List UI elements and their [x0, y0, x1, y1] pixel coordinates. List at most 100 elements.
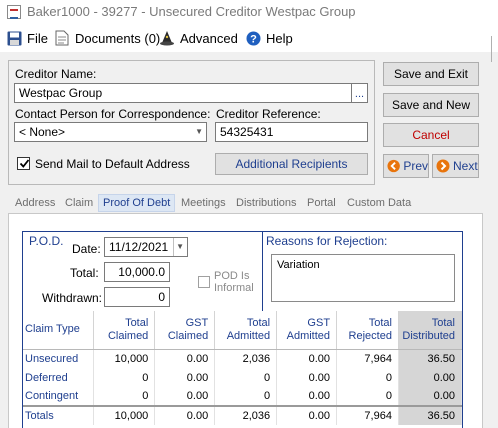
cell-totals-gst-claimed: 0.00 — [154, 405, 216, 425]
cell-total-distributed: 0.00 — [398, 387, 463, 406]
claims-grid: Claim Type Total Claimed GST Claimed Tot… — [23, 311, 463, 425]
cell-total-claimed: 0 — [93, 387, 156, 406]
send-mail-label: Send Mail to Default Address — [35, 157, 190, 171]
cell-totals-gst-admitted: 0.00 — [276, 405, 338, 425]
tab-custom-data[interactable]: Custom Data — [347, 197, 411, 209]
pod-withdrawn-label: Withdrawn: — [42, 291, 103, 305]
menu-documents[interactable]: Documents (0) — [54, 28, 160, 48]
cell-total-distributed: 36.50 — [398, 349, 463, 368]
grid-header-row: Claim Type Total Claimed GST Claimed Tot… — [23, 311, 463, 350]
menu-advanced-label: Advanced — [180, 30, 238, 46]
arrow-right-icon — [436, 159, 450, 173]
save-disk-icon — [6, 30, 22, 46]
pod-date-label: Date: — [72, 242, 101, 256]
menu-file[interactable]: File — [6, 28, 48, 48]
contact-person-label: Contact Person for Correspondence: — [15, 107, 211, 121]
cell-claim-type: Contingent — [23, 387, 95, 406]
creditor-name-label: Creditor Name: — [15, 67, 97, 81]
reasons-rejection-field[interactable]: Variation — [271, 254, 455, 302]
cell-total-distributed: 0.00 — [398, 368, 463, 387]
document-icon — [54, 30, 70, 46]
pod-date-field[interactable]: 11/12/2021 ▼ — [104, 237, 188, 257]
cell-gst-claimed: 0.00 — [154, 368, 216, 387]
menu-advanced[interactable]: Advanced — [159, 28, 238, 48]
menu-help[interactable]: ? Help — [245, 28, 293, 48]
cell-total-rejected: 7,964 — [336, 349, 399, 368]
svg-text:?: ? — [250, 33, 257, 45]
app-icon — [7, 5, 21, 19]
prev-label: Prev — [403, 159, 428, 173]
save-and-new-button[interactable]: Save and New — [383, 93, 479, 117]
calendar-dropdown-icon[interactable]: ▼ — [176, 242, 184, 251]
cell-total-claimed: 10,000 — [93, 349, 156, 368]
window-title: Baker1000 - 39277 - Unsecured Creditor W… — [27, 4, 356, 19]
cell-gst-admitted: 0.00 — [276, 387, 338, 406]
cell-gst-claimed: 0.00 — [154, 349, 216, 368]
send-mail-checkbox[interactable] — [17, 157, 30, 170]
tab-meetings[interactable]: Meetings — [181, 197, 226, 209]
chevron-down-icon: ▼ — [195, 127, 203, 136]
cell-total-claimed: 0 — [93, 368, 156, 387]
creditor-name-field[interactable]: Westpac Group — [14, 83, 352, 103]
table-row[interactable]: Deferred 0 0.00 0 0.00 0 0.00 — [23, 368, 463, 387]
cell-totals-admitted: 2,036 — [214, 405, 278, 425]
pod-total-field[interactable]: 10,000.0 — [104, 262, 170, 282]
cell-totals-label: Totals — [23, 405, 95, 425]
cell-gst-claimed: 0.00 — [154, 387, 216, 406]
contact-person-value: < None> — [19, 125, 66, 139]
col-total-distributed: Total Distributed — [398, 311, 463, 350]
cell-claim-type: Unsecured — [23, 349, 95, 368]
tab-portal[interactable]: Portal — [307, 197, 336, 209]
pod-withdrawn-field[interactable]: 0 — [104, 287, 170, 307]
menu-bar: File Documents (0) Advanced ? Help — [0, 24, 498, 52]
col-claim-type: Claim Type — [23, 311, 95, 350]
reasons-rejection-label: Reasons for Rejection: — [266, 234, 388, 248]
pod-informal-checkbox[interactable] — [198, 276, 210, 288]
creditor-lookup-button[interactable]: ... — [352, 83, 368, 103]
cell-total-admitted: 0 — [214, 387, 278, 406]
pod-total-label: Total: — [70, 266, 99, 280]
cell-total-admitted: 0 — [214, 368, 278, 387]
col-total-rejected: Total Rejected — [336, 311, 399, 350]
next-label: Next — [453, 159, 478, 173]
menu-divider — [491, 36, 492, 62]
help-icon: ? — [245, 30, 261, 46]
tab-proof-of-debt-label: Proof Of Debt — [103, 197, 171, 209]
col-total-claimed: Total Claimed — [93, 311, 156, 350]
pod-title: P.O.D. — [29, 234, 64, 248]
cell-totals-distributed: 36.50 — [398, 405, 463, 425]
table-row[interactable]: Contingent 0 0.00 0 0.00 0 0.00 — [23, 387, 463, 406]
totals-row: Totals 10,000 0.00 2,036 0.00 7,964 36.5… — [23, 405, 463, 425]
pod-divider — [262, 231, 263, 311]
tab-address[interactable]: Address — [15, 197, 55, 209]
cell-total-rejected: 0 — [336, 368, 399, 387]
table-row[interactable]: Unsecured 10,000 0.00 2,036 0.00 7,964 3… — [23, 349, 463, 368]
tab-claim[interactable]: Claim — [65, 197, 93, 209]
cell-claim-type: Deferred — [23, 368, 95, 387]
cell-totals-rejected: 7,964 — [336, 405, 399, 425]
pod-informal-label: POD Is Informal — [214, 270, 254, 294]
next-button[interactable]: Next — [432, 154, 479, 178]
creditor-reference-field[interactable]: 54325431 — [215, 122, 368, 142]
pod-date-divider — [173, 238, 174, 256]
save-and-exit-button[interactable]: Save and Exit — [383, 62, 479, 86]
additional-recipients-button[interactable]: Additional Recipients — [215, 153, 368, 175]
menu-file-label: File — [27, 30, 48, 46]
wizard-hat-icon — [159, 30, 175, 46]
checkmark-icon — [19, 159, 30, 168]
cell-gst-admitted: 0.00 — [276, 349, 338, 368]
cell-total-admitted: 2,036 — [214, 349, 278, 368]
prev-button[interactable]: Prev — [383, 154, 429, 178]
tab-proof-of-debt[interactable]: Proof Of Debt — [98, 194, 175, 212]
cell-totals-claimed: 10,000 — [93, 405, 156, 425]
creditor-reference-label: Creditor Reference: — [216, 107, 321, 121]
contact-person-select[interactable]: < None> ▼ — [14, 122, 207, 142]
col-total-admitted: Total Admitted — [214, 311, 278, 350]
cancel-button[interactable]: Cancel — [383, 123, 479, 147]
cell-total-rejected: 0 — [336, 387, 399, 406]
arrow-left-icon — [387, 159, 400, 173]
pod-date-value: 11/12/2021 — [109, 240, 169, 254]
col-gst-admitted: GST Admitted — [276, 311, 338, 350]
tab-distributions[interactable]: Distributions — [236, 197, 297, 209]
title-bar: Baker1000 - 39277 - Unsecured Creditor W… — [0, 0, 498, 24]
